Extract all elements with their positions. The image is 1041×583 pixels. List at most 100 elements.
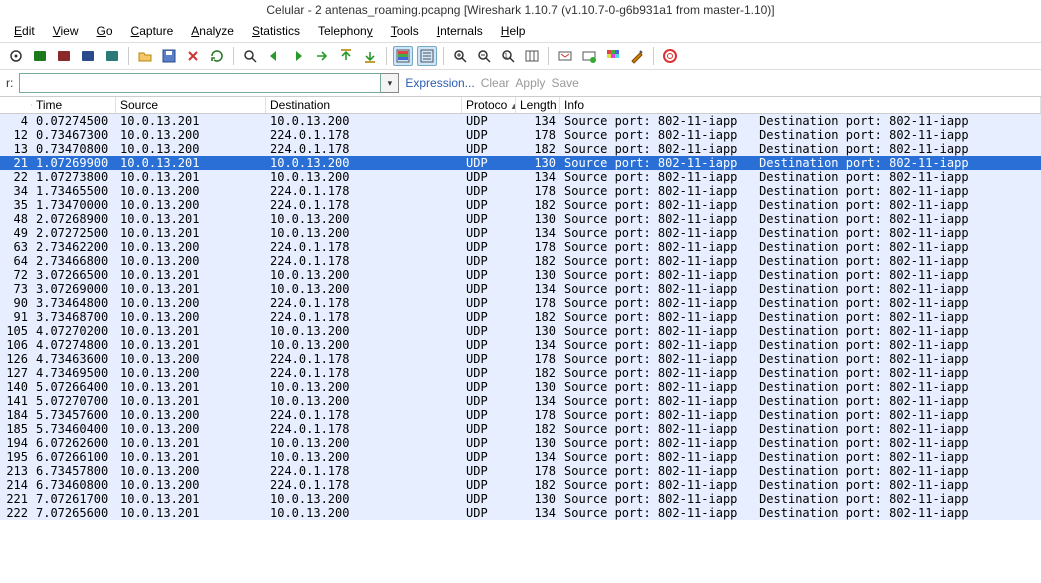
filter-dropdown-button[interactable]: ▾ [381,73,399,93]
packet-list-header[interactable]: Time Source Destination Protoco Length I… [0,96,1041,114]
menu-internals[interactable]: Internals [429,22,491,40]
col-length[interactable]: Length [516,97,560,113]
packet-row[interactable]: 120.7346730010.0.13.200224.0.1.178UDP178… [0,128,1041,142]
menu-analyze[interactable]: Analyze [183,22,242,40]
packet-row[interactable]: 1845.7345760010.0.13.200224.0.1.178UDP17… [0,408,1041,422]
go-last-button[interactable] [360,46,380,66]
menu-telephony[interactable]: Telephony [310,22,381,40]
packet-row[interactable]: 492.0727250010.0.13.20110.0.13.200UDP134… [0,226,1041,240]
coloring-rules-button[interactable] [603,46,623,66]
col-destination[interactable]: Destination [266,97,462,113]
cell-time: 2.07272500 [32,226,116,240]
cell-protocol: UDP [462,352,516,366]
cell-protocol: UDP [462,394,516,408]
packet-row[interactable]: 341.7346550010.0.13.200224.0.1.178UDP178… [0,184,1041,198]
col-info[interactable]: Info [560,97,1041,113]
open-button[interactable] [135,46,155,66]
reload-button[interactable] [207,46,227,66]
cell-no: 221 [0,492,32,506]
cell-time: 6.73457800 [32,464,116,478]
packet-row[interactable]: 733.0726900010.0.13.20110.0.13.200UDP134… [0,282,1041,296]
packet-row[interactable]: 642.7346680010.0.13.200224.0.1.178UDP182… [0,254,1041,268]
cell-protocol: UDP [462,464,516,478]
capture-start-button[interactable] [54,46,74,66]
packet-row[interactable]: 1264.7346360010.0.13.200224.0.1.178UDP17… [0,352,1041,366]
save-button[interactable] [159,46,179,66]
find-button[interactable] [240,46,260,66]
packet-row[interactable]: 2136.7345780010.0.13.200224.0.1.178UDP17… [0,464,1041,478]
col-time[interactable]: Time [32,97,116,113]
cell-destination: 224.0.1.178 [266,142,462,156]
go-first-button[interactable] [336,46,356,66]
packet-row[interactable]: 1956.0726610010.0.13.20110.0.13.200UDP13… [0,450,1041,464]
packet-row[interactable]: 1415.0727070010.0.13.20110.0.13.200UDP13… [0,394,1041,408]
cell-source: 10.0.13.201 [116,212,266,226]
col-source[interactable]: Source [116,97,266,113]
packet-row[interactable]: 482.0726890010.0.13.20110.0.13.200UDP130… [0,212,1041,226]
packet-row[interactable]: 2146.7346080010.0.13.200224.0.1.178UDP18… [0,478,1041,492]
zoom-out-button[interactable] [474,46,494,66]
menu-tools[interactable]: Tools [383,22,427,40]
cell-time: 0.07274500 [32,114,116,128]
zoom-reset-button[interactable]: 1 [498,46,518,66]
cell-no: 213 [0,464,32,478]
cell-protocol: UDP [462,282,516,296]
menu-edit[interactable]: Edit [6,22,43,40]
cell-destination: 224.0.1.178 [266,310,462,324]
colorize-button[interactable] [393,46,413,66]
packet-row[interactable]: 1405.0726640010.0.13.20110.0.13.200UDP13… [0,380,1041,394]
packet-row[interactable]: 1054.0727020010.0.13.20110.0.13.200UDP13… [0,324,1041,338]
packet-row[interactable]: 1064.0727480010.0.13.20110.0.13.200UDP13… [0,338,1041,352]
cell-destination: 10.0.13.200 [266,268,462,282]
menu-bar: Edit View Go Capture Analyze Statistics … [0,20,1041,42]
go-forward-button[interactable] [288,46,308,66]
resize-columns-button[interactable] [522,46,542,66]
menu-view[interactable]: View [45,22,87,40]
packet-row[interactable]: 2227.0726560010.0.13.20110.0.13.200UDP13… [0,506,1041,520]
capture-options-button[interactable] [30,46,50,66]
packet-row[interactable]: 211.0726990010.0.13.20110.0.13.200UDP130… [0,156,1041,170]
menu-statistics[interactable]: Statistics [244,22,308,40]
filter-expression-button[interactable]: Expression... [405,76,474,90]
zoom-in-button[interactable] [450,46,470,66]
cell-info: Source port: 802-11-iapp Destination por… [560,352,1041,366]
packet-row[interactable]: 351.7347000010.0.13.200224.0.1.178UDP182… [0,198,1041,212]
col-no[interactable] [0,104,32,106]
capture-stop-button[interactable] [78,46,98,66]
packet-row[interactable]: 632.7346220010.0.13.200224.0.1.178UDP178… [0,240,1041,254]
capture-restart-button[interactable] [102,46,122,66]
cell-source: 10.0.13.200 [116,128,266,142]
cell-destination: 224.0.1.178 [266,408,462,422]
autoscroll-button[interactable] [417,46,437,66]
capture-interfaces-button[interactable] [6,46,26,66]
packet-row[interactable]: 1274.7346950010.0.13.200224.0.1.178UDP18… [0,366,1041,380]
cell-source: 10.0.13.200 [116,184,266,198]
packet-row[interactable]: 221.0727380010.0.13.20110.0.13.200UDP134… [0,170,1041,184]
filter-apply-button[interactable]: Apply [515,76,545,90]
packet-row[interactable]: 1855.7346040010.0.13.200224.0.1.178UDP18… [0,422,1041,436]
packet-row[interactable]: 1946.0726260010.0.13.20110.0.13.200UDP13… [0,436,1041,450]
go-back-button[interactable] [264,46,284,66]
menu-help[interactable]: Help [493,22,534,40]
goto-button[interactable] [312,46,332,66]
packet-row[interactable]: 913.7346870010.0.13.200224.0.1.178UDP182… [0,310,1041,324]
filter-input[interactable] [19,73,381,93]
packet-row[interactable]: 40.0727450010.0.13.20110.0.13.200UDP134S… [0,114,1041,128]
packet-row[interactable]: 903.7346480010.0.13.200224.0.1.178UDP178… [0,296,1041,310]
packet-row[interactable]: 2217.0726170010.0.13.20110.0.13.200UDP13… [0,492,1041,506]
capture-filters-button[interactable] [555,46,575,66]
menu-go[interactable]: Go [89,22,121,40]
filter-clear-button[interactable]: Clear [481,76,510,90]
packet-list[interactable]: 40.0727450010.0.13.20110.0.13.200UDP134S… [0,114,1041,520]
filter-save-button[interactable]: Save [551,76,578,90]
cell-protocol: UDP [462,436,516,450]
close-button[interactable] [183,46,203,66]
menu-capture[interactable]: Capture [123,22,182,40]
preferences-button[interactable] [627,46,647,66]
display-filters-button[interactable] [579,46,599,66]
packet-row[interactable]: 130.7347080010.0.13.200224.0.1.178UDP182… [0,142,1041,156]
col-protocol[interactable]: Protoco [462,97,516,113]
packet-row[interactable]: 723.0726650010.0.13.20110.0.13.200UDP130… [0,268,1041,282]
cell-destination: 10.0.13.200 [266,436,462,450]
help-button[interactable] [660,46,680,66]
